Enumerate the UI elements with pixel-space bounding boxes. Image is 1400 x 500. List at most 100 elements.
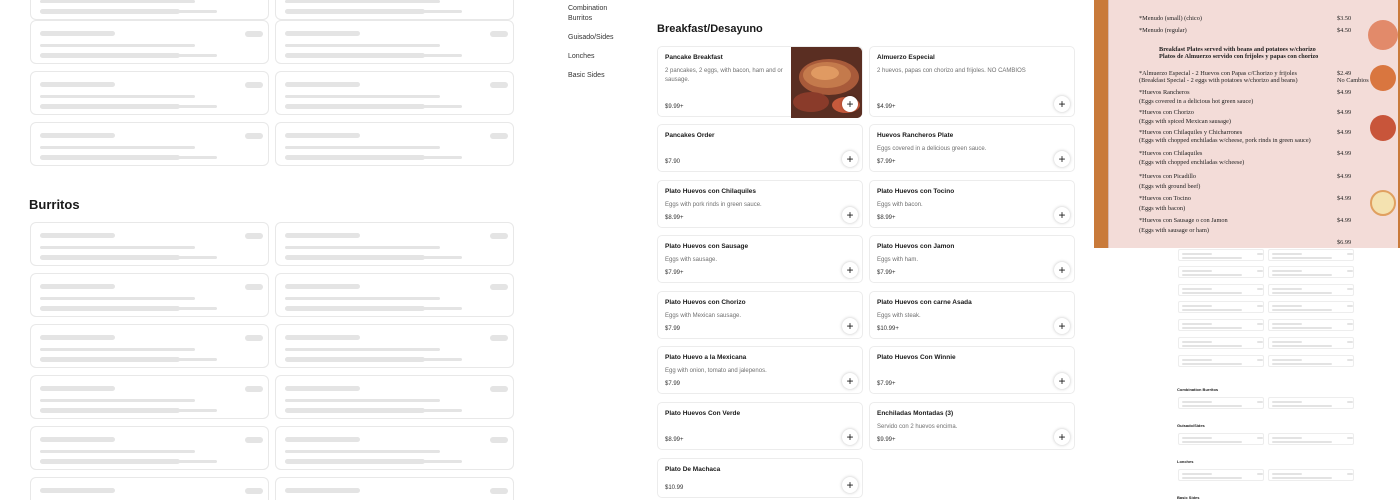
skeleton-bar xyxy=(1272,327,1332,329)
plus-icon: + xyxy=(846,319,854,333)
category-link-combination-burritos[interactable]: Combination Burritos xyxy=(568,4,618,24)
skeleton-bar xyxy=(285,460,462,463)
menu-sheet-text: *Huevos Rancheros xyxy=(1139,89,1190,96)
add-to-cart-button[interactable]: + xyxy=(842,429,858,445)
skeleton-bar xyxy=(285,450,440,453)
menu-item-card[interactable]: Plato Huevos con carne Asada Eggs with st… xyxy=(869,291,1075,339)
skeleton-bar xyxy=(285,133,360,138)
add-to-cart-button[interactable]: + xyxy=(842,96,858,112)
add-to-cart-button[interactable]: + xyxy=(1054,96,1070,112)
skeleton-bar xyxy=(1347,473,1353,475)
skeleton-bar xyxy=(1272,253,1302,255)
menu-item-card[interactable]: Almuerzo Especial 2 huevos, papas con cho… xyxy=(869,46,1075,117)
skeleton-bar xyxy=(1182,257,1242,259)
skeleton-bar xyxy=(1182,270,1212,272)
minimap-card xyxy=(1178,337,1264,349)
skeleton-bar xyxy=(1272,401,1302,403)
minimap-card xyxy=(1268,469,1354,481)
menu-item-card[interactable]: Plato Huevo a la Mexicana Egg with onion,… xyxy=(657,346,863,394)
menu-sheet-line: *Almuerzo Especial - 2 Huevos con Papas … xyxy=(1139,70,1297,77)
skeleton-bar xyxy=(40,233,115,238)
menu-sheet-line: (Eggs with spiced Mexican sausage) xyxy=(1139,118,1231,125)
skeleton-bar xyxy=(1272,405,1332,407)
menu-sheet-price: $4.99 xyxy=(1337,150,1352,157)
add-to-cart-button[interactable]: + xyxy=(1054,151,1070,167)
skeleton-bar xyxy=(285,146,440,149)
minimap-card xyxy=(1178,469,1264,481)
skeleton-bar xyxy=(285,44,440,47)
menu-item-card[interactable]: Pancakes Order $7.90 + xyxy=(657,124,863,172)
menu-sheet-price: $4.99 xyxy=(1337,173,1352,180)
menu-sheet-text: *Huevos con Chilaquiles xyxy=(1139,150,1203,157)
menu-item-card[interactable]: Plato Huevos con Chorizo Eggs with Mexica… xyxy=(657,291,863,339)
menu-item-card[interactable]: Plato Huevos con Sausage Eggs with sausag… xyxy=(657,235,863,283)
menu-sheet-text: (Eggs with ground beef) xyxy=(1139,183,1201,190)
add-to-cart-button[interactable]: + xyxy=(1054,318,1070,334)
menu-item-description: Eggs covered in a delicious green sauce. xyxy=(877,146,987,152)
category-link-lonches[interactable]: Lonches xyxy=(568,52,648,62)
skeleton-bar xyxy=(1257,253,1263,255)
menu-item-card[interactable]: Plato Huevos Con Verde $8.99+ + xyxy=(657,402,863,450)
menu-sheet-text: *Huevos con Chilaquiles y Chicharrones xyxy=(1139,129,1243,136)
plus-icon: + xyxy=(1058,319,1066,333)
menu-item-price: $7.99+ xyxy=(877,270,896,276)
skeleton-bar xyxy=(40,44,195,47)
skeleton-bar xyxy=(285,284,360,289)
add-to-cart-button[interactable]: + xyxy=(1054,207,1070,223)
food-thumbnail-icon xyxy=(1370,190,1396,216)
menu-item-card[interactable]: Huevos Rancheros Plate Eggs covered in a … xyxy=(869,124,1075,172)
skeleton-card xyxy=(30,375,269,419)
skeleton-bar xyxy=(490,488,508,494)
menu-item-card[interactable]: Plato Huevos Con Winnie $7.99+ + xyxy=(869,346,1075,394)
minimap-card xyxy=(1268,397,1354,409)
menu-sheet-line: *Menudo (regular) xyxy=(1139,27,1187,34)
menu-item-card[interactable]: Plato Huevos con Chilaquiles Eggs with po… xyxy=(657,180,863,228)
skeleton-bar xyxy=(490,437,508,443)
menu-item-card[interactable]: Plato Huevos con Tocino Eggs with bacon. $… xyxy=(869,180,1075,228)
minimap-card xyxy=(1178,266,1264,278)
skeleton-bar xyxy=(40,450,195,453)
category-link-guisado-sides[interactable]: Guisado/Sides xyxy=(568,33,648,43)
menu-item-name: Plato Huevo a la Mexicana xyxy=(665,354,747,361)
menu-item-name: Plato De Machaca xyxy=(665,466,721,473)
menu-item-price: $8.99+ xyxy=(665,437,684,443)
skeleton-card xyxy=(30,122,269,166)
add-to-cart-button[interactable]: + xyxy=(842,262,858,278)
skeleton-bar xyxy=(40,386,115,391)
plus-icon: + xyxy=(846,263,854,277)
add-to-cart-button[interactable]: + xyxy=(1054,373,1070,389)
add-to-cart-button[interactable]: + xyxy=(842,151,858,167)
skeleton-bar xyxy=(490,284,508,290)
skeleton-bar xyxy=(285,10,462,13)
skeleton-bar xyxy=(490,82,508,88)
add-to-cart-button[interactable]: + xyxy=(1054,262,1070,278)
skeleton-bar xyxy=(1347,401,1353,403)
add-to-cart-button[interactable]: + xyxy=(842,477,858,493)
menu-item-card[interactable]: Pancake Breakfast 2 pancakes, 2 eggs, wit… xyxy=(657,46,863,118)
add-to-cart-button[interactable]: + xyxy=(842,373,858,389)
plus-icon: + xyxy=(846,430,854,444)
skeleton-bar xyxy=(40,348,195,351)
skeleton-bar xyxy=(1182,441,1242,443)
menu-item-description: Egg with onion, tomato and jalepenos. xyxy=(665,368,767,374)
menu-item-description: Eggs with Mexican sausage. xyxy=(665,313,742,319)
category-link-basic-sides[interactable]: Basic Sides xyxy=(568,71,648,81)
skeleton-bar xyxy=(1257,305,1263,307)
skeleton-bar xyxy=(1272,363,1332,365)
skeleton-bar xyxy=(1347,323,1353,325)
menu-sheet-line: *Menudo (small) (chico) xyxy=(1139,15,1202,22)
minimap-card xyxy=(1268,249,1354,261)
add-to-cart-button[interactable]: + xyxy=(842,318,858,334)
menu-item-card[interactable]: Plato De Machaca $10.99 + xyxy=(657,458,863,498)
menu-item-card[interactable]: Plato Huevos con Jamon Eggs with ham. $7.9… xyxy=(869,235,1075,283)
menu-sheet-line: Platos de Almuerzo servido con frijoles … xyxy=(1159,53,1318,60)
add-to-cart-button[interactable]: + xyxy=(842,207,858,223)
skeleton-bar xyxy=(40,156,217,159)
minimap-label: Lonches xyxy=(1177,459,1194,464)
plus-icon: + xyxy=(1058,208,1066,222)
menu-item-card[interactable]: Enchiladas Montadas (3) Servido con 2 hue… xyxy=(869,402,1075,450)
add-to-cart-button[interactable]: + xyxy=(1054,429,1070,445)
menu-item-name: Huevos Rancheros Plate xyxy=(877,132,954,139)
food-thumbnail-icon xyxy=(1370,115,1396,141)
skeleton-bar xyxy=(1182,288,1212,290)
